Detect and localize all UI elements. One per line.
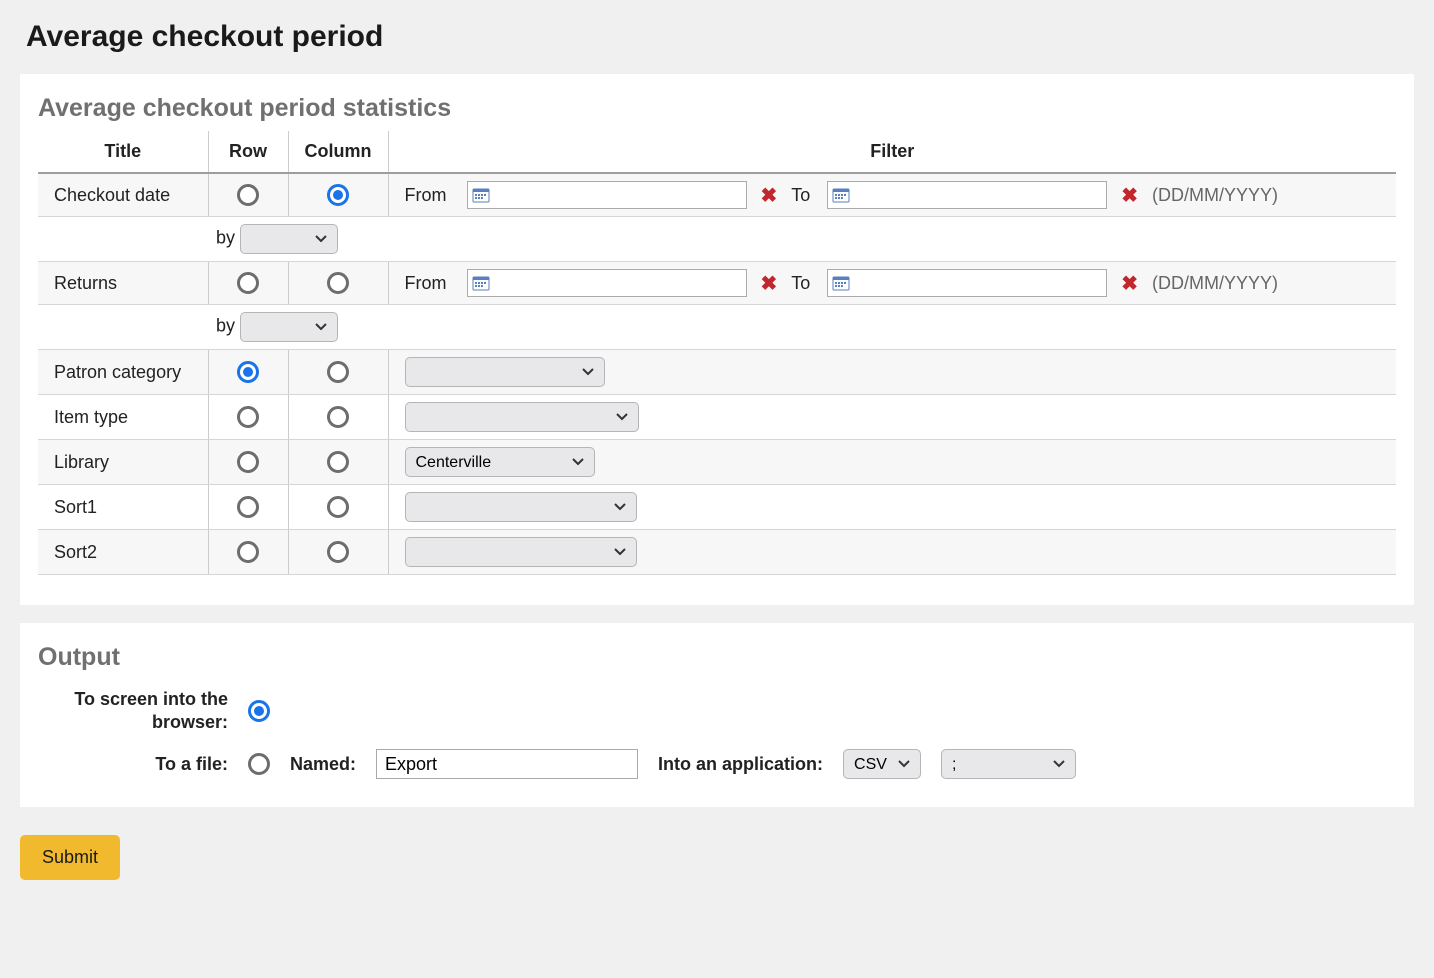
row-checkout-date-by: by	[38, 217, 1396, 262]
title-item-type: Item type	[38, 395, 208, 440]
to-file-label: To a file:	[38, 753, 228, 776]
output-legend: Output	[38, 635, 120, 680]
output-radio-file[interactable]	[248, 753, 270, 775]
checkout-from-wrapper	[467, 181, 747, 209]
column-radio-sort2[interactable]	[327, 541, 349, 563]
checkout-to-input[interactable]	[854, 186, 1102, 204]
calendar-icon	[472, 187, 490, 203]
row-radio-item-type[interactable]	[237, 406, 259, 428]
title-returns: Returns	[38, 262, 208, 305]
column-radio-returns[interactable]	[327, 272, 349, 294]
statistics-legend: Average checkout period statistics	[38, 86, 451, 131]
calendar-icon	[832, 187, 850, 203]
output-radio-screen[interactable]	[248, 700, 270, 722]
title-sort2: Sort2	[38, 530, 208, 575]
statistics-panel: Average checkout period statistics Title…	[20, 74, 1414, 605]
title-patron-category: Patron category	[38, 350, 208, 395]
calendar-icon	[472, 275, 490, 291]
named-label: Named:	[290, 754, 356, 775]
row-library: Library Centerville	[38, 440, 1396, 485]
row-checkout-date: Checkout date From ✖	[38, 173, 1396, 217]
sort1-select[interactable]	[405, 492, 637, 522]
checkout-to-wrapper	[827, 181, 1107, 209]
row-sort2: Sort2	[38, 530, 1396, 575]
from-label: From	[405, 185, 457, 206]
row-radio-patron-category[interactable]	[237, 361, 259, 383]
statistics-table: Title Row Column Filter Checkout date Fr…	[38, 131, 1396, 575]
export-name-input[interactable]	[376, 749, 638, 779]
row-radio-returns[interactable]	[237, 272, 259, 294]
output-option-screen: To screen into the browser:	[38, 680, 1396, 741]
to-label: To	[791, 185, 817, 206]
to-screen-label: To screen into the browser:	[38, 688, 228, 733]
format-select[interactable]: CSV	[843, 749, 921, 779]
header-title: Title	[38, 131, 208, 173]
date-hint: (DD/MM/YYYY)	[1152, 273, 1278, 294]
submit-button[interactable]: Submit	[20, 835, 120, 880]
library-select[interactable]: Centerville	[405, 447, 595, 477]
row-item-type: Item type	[38, 395, 1396, 440]
column-radio-patron-category[interactable]	[327, 361, 349, 383]
returns-to-input[interactable]	[854, 274, 1102, 292]
returns-from-wrapper	[467, 269, 747, 297]
row-sort1: Sort1	[38, 485, 1396, 530]
row-radio-checkout-date[interactable]	[237, 184, 259, 206]
row-returns-by: by	[38, 305, 1396, 350]
clear-checkout-from[interactable]: ✖	[757, 183, 782, 208]
item-type-select[interactable]	[405, 402, 639, 432]
title-checkout-date: Checkout date	[38, 173, 208, 217]
header-filter: Filter	[388, 131, 1396, 173]
title-sort1: Sort1	[38, 485, 208, 530]
title-library: Library	[38, 440, 208, 485]
returns-to-wrapper	[827, 269, 1107, 297]
by-label: by	[216, 228, 235, 248]
clear-checkout-to[interactable]: ✖	[1117, 183, 1142, 208]
column-radio-sort1[interactable]	[327, 496, 349, 518]
column-radio-item-type[interactable]	[327, 406, 349, 428]
row-patron-category: Patron category	[38, 350, 1396, 395]
column-radio-checkout-date[interactable]	[327, 184, 349, 206]
output-option-file: To a file: Named: Into an application: C…	[38, 741, 1396, 787]
patron-category-select[interactable]	[405, 357, 605, 387]
into-application-label: Into an application:	[658, 754, 823, 775]
returns-from-input[interactable]	[494, 274, 742, 292]
row-radio-sort1[interactable]	[237, 496, 259, 518]
row-radio-library[interactable]	[237, 451, 259, 473]
header-column: Column	[288, 131, 388, 173]
clear-returns-to[interactable]: ✖	[1117, 271, 1142, 296]
row-returns: Returns From ✖	[38, 262, 1396, 305]
clear-returns-from[interactable]: ✖	[757, 271, 782, 296]
sort2-select[interactable]	[405, 537, 637, 567]
by-label: by	[216, 316, 235, 336]
page-title: Average checkout period	[26, 20, 1414, 54]
row-radio-sort2[interactable]	[237, 541, 259, 563]
checkout-by-select[interactable]	[240, 224, 338, 254]
returns-by-select[interactable]	[240, 312, 338, 342]
calendar-icon	[832, 275, 850, 291]
from-label: From	[405, 273, 457, 294]
to-label: To	[791, 273, 817, 294]
column-radio-library[interactable]	[327, 451, 349, 473]
output-panel: Output To screen into the browser: To a …	[20, 623, 1414, 807]
checkout-from-input[interactable]	[494, 186, 742, 204]
header-row: Row	[208, 131, 288, 173]
separator-select[interactable]: ;	[941, 749, 1076, 779]
date-hint: (DD/MM/YYYY)	[1152, 185, 1278, 206]
